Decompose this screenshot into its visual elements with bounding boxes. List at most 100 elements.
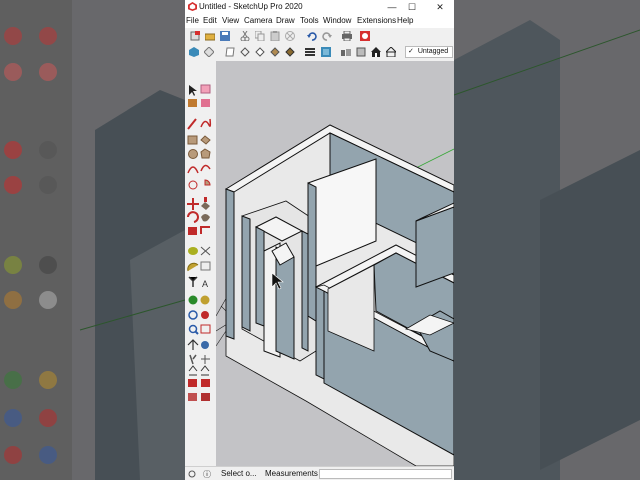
measurements-input[interactable] (319, 469, 452, 479)
new-file-icon[interactable] (190, 31, 200, 41)
three-point-arc-icon[interactable] (188, 180, 198, 190)
position-camera-icon[interactable] (201, 341, 209, 349)
paint-bucket-icon[interactable] (188, 99, 197, 107)
line-icon[interactable] (187, 118, 197, 130)
menu-draw[interactable]: Draw (276, 16, 295, 25)
views-styles-toolbar: ✓ Untagged (185, 44, 454, 62)
menu-bar: File Edit View Camera Draw Tools Window … (185, 14, 454, 28)
walk-icon[interactable] (189, 354, 197, 365)
menu-view[interactable]: View (222, 16, 239, 25)
checkmark-icon: ✓ (408, 48, 414, 55)
protractor-icon[interactable] (187, 262, 199, 272)
freehand-icon[interactable] (200, 118, 212, 128)
paste-icon[interactable] (270, 31, 280, 41)
menu-extensions[interactable]: Extensions (357, 16, 396, 25)
move-icon[interactable] (187, 198, 199, 210)
wall-front-face (315, 286, 325, 380)
svg-text:A: A (202, 279, 208, 289)
zoom-window-icon[interactable] (200, 324, 211, 334)
offset-icon[interactable] (200, 226, 210, 234)
wall-room-left-face (241, 215, 251, 332)
save-icon[interactable] (220, 31, 230, 41)
title-bar: Untitled - SketchUp Pro 2020 — ☐ ✕ (185, 0, 454, 14)
open-folder-icon[interactable] (205, 31, 215, 41)
door-left-face (255, 226, 265, 327)
section-display-icon[interactable] (356, 47, 366, 57)
scale-icon[interactable] (188, 227, 197, 235)
circle-icon[interactable] (188, 149, 198, 159)
pan-icon[interactable] (188, 310, 209, 320)
paint-swatch-icon[interactable] (201, 99, 210, 107)
push-pull-icon[interactable] (201, 197, 210, 210)
rectangle-icon[interactable] (187, 135, 198, 145)
sketchup-window: Untitled - SketchUp Pro 2020 — ☐ ✕ File … (185, 0, 454, 480)
back-house-icon[interactable] (386, 47, 396, 57)
wall-partition-side (307, 182, 317, 322)
rotate-icon[interactable] (187, 211, 199, 223)
model-canvas[interactable] (216, 61, 454, 466)
menu-tools[interactable]: Tools (300, 16, 319, 25)
tape-measure-icon[interactable] (188, 247, 198, 255)
zoom-extents-icon[interactable] (187, 339, 199, 350)
warehouse-icon[interactable] (188, 379, 197, 387)
tag-dropdown[interactable]: ✓ Untagged (405, 46, 453, 58)
close-button[interactable]: ✕ (430, 0, 450, 14)
wireframe-style-icon[interactable] (240, 47, 250, 57)
sketchup-logo-icon (188, 2, 197, 11)
polygon-icon[interactable] (200, 148, 211, 159)
status-bar: ⓘ Select o... Measurements (185, 466, 454, 480)
iso-view-icon[interactable] (189, 47, 199, 57)
arc-icon[interactable] (187, 166, 199, 174)
copy-icon[interactable] (255, 31, 265, 41)
minimize-button[interactable]: — (382, 0, 402, 14)
print-icon[interactable] (342, 31, 352, 41)
eraser-icon[interactable] (200, 84, 211, 94)
house-multi-icon[interactable] (341, 47, 351, 57)
cut-icon[interactable] (240, 31, 250, 41)
menu-window[interactable]: Window (323, 16, 351, 25)
menu-help[interactable]: Help (397, 16, 413, 25)
3d-text-icon[interactable]: A (202, 279, 208, 289)
menu-camera[interactable]: Camera (244, 16, 272, 25)
window-title: Untitled - SketchUp Pro 2020 (199, 2, 303, 11)
shaded-textures-style-icon[interactable] (285, 47, 295, 57)
standard-toolbar (185, 28, 454, 44)
pie-icon[interactable] (204, 179, 211, 186)
front-house-icon[interactable] (371, 47, 381, 57)
wall-left-outer (225, 188, 235, 340)
section-plane-icon[interactable] (188, 365, 198, 376)
measurements-label: Measurements (265, 469, 318, 478)
extension-warehouse-icon[interactable] (201, 379, 210, 387)
layer-icon[interactable] (305, 47, 315, 57)
tag-label: Untagged (417, 48, 449, 55)
xray-style-icon[interactable] (225, 47, 235, 57)
info-icon[interactable]: ⓘ (203, 469, 211, 480)
dimension-icon[interactable] (200, 246, 211, 256)
text-icon[interactable] (200, 261, 211, 271)
tool-icons: A (187, 84, 212, 401)
monochrome-style-icon[interactable] (272, 47, 282, 57)
sketchup-3d-warehouse-icon[interactable] (201, 393, 210, 401)
hidden-line-style-icon[interactable] (255, 47, 265, 57)
undo-icon[interactable] (307, 31, 317, 41)
redo-icon[interactable] (322, 31, 332, 41)
follow-me-icon[interactable] (201, 214, 210, 222)
model-info-icon[interactable] (360, 31, 370, 41)
menu-file[interactable]: File (186, 16, 199, 25)
share-model-icon[interactable] (188, 393, 197, 401)
top-view-icon[interactable] (204, 47, 214, 57)
rotated-rectangle-icon[interactable] (200, 135, 211, 145)
delete-icon[interactable] (285, 31, 295, 41)
status-indicator-icon[interactable] (188, 470, 196, 478)
orbit-icon[interactable] (188, 295, 210, 305)
maximize-button[interactable]: ☐ (402, 0, 422, 14)
two-point-arc-icon[interactable] (200, 164, 211, 172)
select-icon[interactable] (189, 85, 197, 96)
axes-icon[interactable] (188, 276, 198, 287)
components-icon[interactable] (321, 47, 331, 57)
section-fill-icon[interactable] (200, 365, 210, 376)
status-prompt: Select o... (221, 469, 257, 478)
zoom-icon[interactable] (188, 324, 199, 335)
look-around-icon[interactable] (201, 355, 210, 364)
menu-edit[interactable]: Edit (203, 16, 217, 25)
